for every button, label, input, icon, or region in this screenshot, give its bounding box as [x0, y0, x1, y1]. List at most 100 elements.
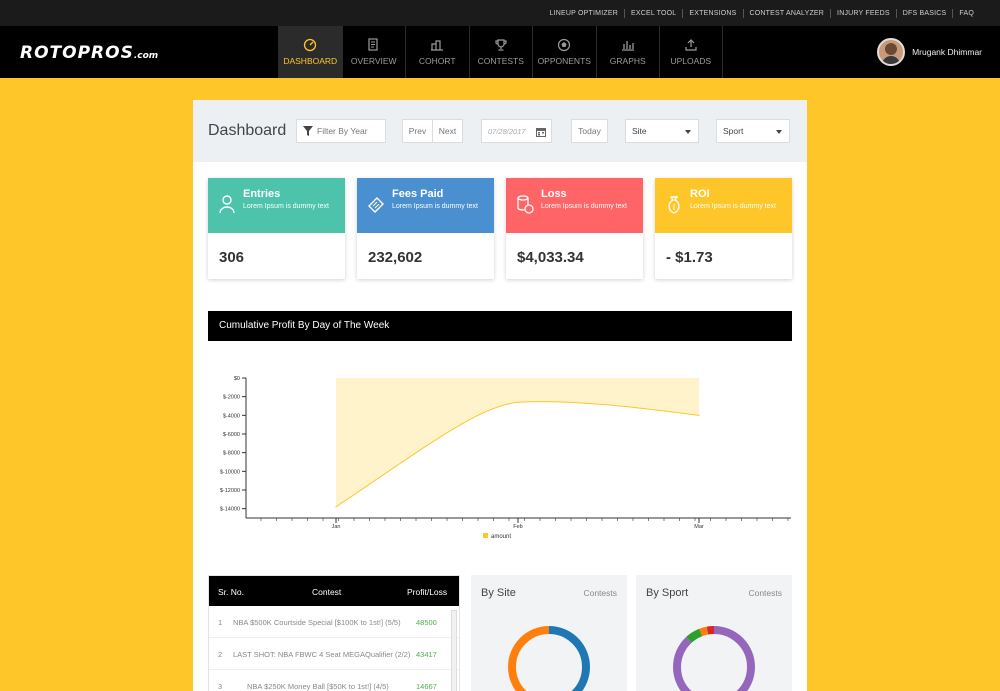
header-contest: Contest — [312, 587, 342, 597]
sport-select-label: Sport — [723, 126, 744, 136]
by-sport-segment-0[interactable] — [673, 626, 755, 691]
chart-title: Cumulative Profit By Day of The Week — [208, 311, 792, 341]
stat-card-value: 232,602 — [368, 249, 423, 266]
table-scrollbar[interactable] — [451, 610, 457, 691]
stat-card-subtitle: Lorem Ipsum is dummy text — [541, 203, 627, 210]
user-name: Mrugank Dhimmar — [912, 47, 982, 57]
stat-card-title: Loss — [541, 188, 567, 200]
filter-by-year-select[interactable]: Filter By Year — [296, 119, 386, 143]
y-tick-label: $-6000 — [223, 432, 240, 438]
stat-card-header: ROI Lorem Ipsum is dummy text — [655, 178, 792, 233]
header-profit-loss: Profit/Loss — [407, 587, 448, 597]
nav-tab-label: DASHBOARD — [283, 56, 338, 66]
contests-table: Sr. No. Contest Profit/Loss 1 NBA $500K C… — [208, 575, 460, 691]
stat-card-entries[interactable]: Entries Lorem Ipsum is dummy text 306 — [208, 178, 345, 279]
by-sport-donut — [673, 626, 755, 691]
top-link-extensions[interactable]: EXTENSIONS — [682, 8, 742, 18]
top-link-faq[interactable]: FAQ — [952, 8, 980, 18]
table-row[interactable]: 1 NBA $500K Courtside Special [$100K to 1… — [209, 606, 459, 638]
stat-card-value: - $1.73 — [666, 249, 713, 266]
nav-tab-label: GRAPHS — [609, 56, 646, 66]
today-button[interactable]: Today — [571, 119, 608, 143]
top-link-contest-analyzer[interactable]: CONTEST ANALYZER — [742, 8, 831, 18]
prev-button[interactable]: Prev — [402, 119, 433, 143]
y-tick-label: $-10000 — [220, 469, 240, 475]
nav-tab-contests[interactable]: CONTESTS — [468, 26, 533, 78]
date-input[interactable]: 07/28/2017 — [481, 119, 552, 143]
nav-tab-label: OVERVIEW — [350, 56, 397, 66]
top-link-injury-feeds[interactable]: INJURY FEEDS — [830, 8, 896, 18]
data-point — [517, 401, 519, 403]
graph-icon — [621, 38, 635, 52]
legend-label: amount — [491, 534, 511, 540]
stat-card-header: Entries Lorem Ipsum is dummy text — [208, 178, 345, 233]
next-button[interactable]: Next — [432, 119, 463, 143]
nav-tab-label: COHORT — [418, 56, 456, 66]
y-tick-label: $-14000 — [220, 507, 240, 513]
top-link-dfs-basics[interactable]: DFS BASICS — [895, 8, 953, 18]
stat-card-loss[interactable]: Loss Lorem Ipsum is dummy text $4,033.34 — [506, 178, 643, 279]
data-point — [698, 414, 700, 416]
nav-tab-overview[interactable]: OVERVIEW — [341, 26, 406, 78]
by-site-card: By Site Contests — [471, 575, 627, 691]
cumulative-profit-chart: $0 $-2000 $-4000 $-6000 $-8000 $-10000 $-12000… — [220, 376, 791, 540]
nav-tab-graphs[interactable]: GRAPHS — [595, 26, 660, 78]
user-icon — [218, 194, 236, 214]
stat-card-fees-paid[interactable]: Fees Paid Lorem Ipsum is dummy text 232,60… — [357, 178, 494, 279]
x-tick-label: Mar — [694, 524, 704, 530]
page-title: Dashboard — [208, 122, 287, 139]
stat-card-header: Loss Lorem Ipsum is dummy text — [506, 178, 643, 233]
avatar[interactable] — [877, 38, 906, 66]
table-row[interactable]: 2 LAST SHOT: NBA FBWC 4 Seat MEGAQualifie… — [209, 638, 459, 670]
date-placeholder: 07/28/2017 — [488, 126, 526, 136]
logo-suffix: .com — [133, 51, 159, 61]
sport-select[interactable]: Sport — [716, 119, 790, 143]
site-select-label: Site — [632, 126, 647, 136]
opponents-icon — [557, 38, 571, 52]
top-link-excel-tool[interactable]: EXCEL TOOL — [623, 8, 682, 18]
top-link-lineup-optimizer[interactable]: LINEUP OPTIMIZER — [544, 9, 624, 18]
ticket-icon — [367, 194, 385, 214]
y-tick-label: $0 — [234, 376, 240, 382]
overview-icon — [367, 38, 381, 52]
stat-card-roi[interactable]: ROI Lorem Ipsum is dummy text - $1.73 — [655, 178, 792, 279]
nav-tab-dashboard[interactable]: DASHBOARD — [278, 26, 342, 78]
logo[interactable]: ROTOPROS.com — [20, 43, 158, 63]
row-contest: NBA $500K Courtside Special [$100K to 1s… — [233, 618, 401, 627]
stat-card-title: Entries — [243, 188, 281, 200]
upload-icon — [684, 38, 698, 52]
row-contest: NBA $250K Money Ball [$50K to 1st!] (4/5… — [247, 682, 389, 691]
nav-tab-cohort[interactable]: COHORT — [405, 26, 469, 78]
site-select[interactable]: Site — [625, 119, 699, 143]
calendar-icon — [536, 128, 546, 137]
coins-icon — [516, 194, 534, 214]
dashboard-panel: Dashboard Filter By Year Prev Next 07/28… — [193, 100, 807, 691]
nav-tab-uploads[interactable]: UPLOADS — [659, 26, 723, 78]
row-sr-no: 1 — [218, 618, 223, 627]
nav-tab-opponents[interactable]: OPPONENTS — [532, 26, 596, 78]
user-menu[interactable]: Mrugank Dhimmar — [877, 38, 982, 66]
row-profit-loss: 48500 — [416, 618, 437, 627]
stat-card-title: Fees Paid — [392, 188, 444, 200]
header: ROTOPROS.com DASHBOARD OVERVIEW COHORT CONT… — [0, 26, 1000, 78]
top-links: LINEUP OPTIMIZER EXCEL TOOL EXTENSIONS CONT… — [544, 0, 980, 26]
dashboard-icon — [303, 38, 317, 52]
nav-tab-label: UPLOADS — [670, 56, 712, 66]
nav-tab-label: OPPONENTS — [537, 56, 591, 66]
table-row[interactable]: 3 NBA $250K Money Ball [$50K to 1st!] (4/… — [209, 670, 459, 691]
trophy-icon — [494, 38, 508, 52]
stat-card-header: Fees Paid Lorem Ipsum is dummy text — [357, 178, 494, 233]
y-tick-label: $-12000 — [220, 488, 240, 494]
logo-main: ROTOPROS — [20, 43, 134, 63]
row-profit-loss: 43417 — [416, 650, 437, 659]
header-sr-no: Sr. No. — [218, 587, 244, 597]
data-point — [335, 506, 337, 508]
by-site-donut — [508, 626, 590, 691]
stat-card-title: ROI — [690, 188, 710, 200]
y-tick-label: $-4000 — [223, 413, 240, 419]
y-tick-label: $-2000 — [223, 395, 240, 401]
stat-card-subtitle: Lorem Ipsum is dummy text — [392, 203, 478, 210]
row-profit-loss: 14667 — [416, 682, 437, 691]
by-sport-card: By Sport Contests — [636, 575, 792, 691]
area-fill — [336, 378, 699, 507]
